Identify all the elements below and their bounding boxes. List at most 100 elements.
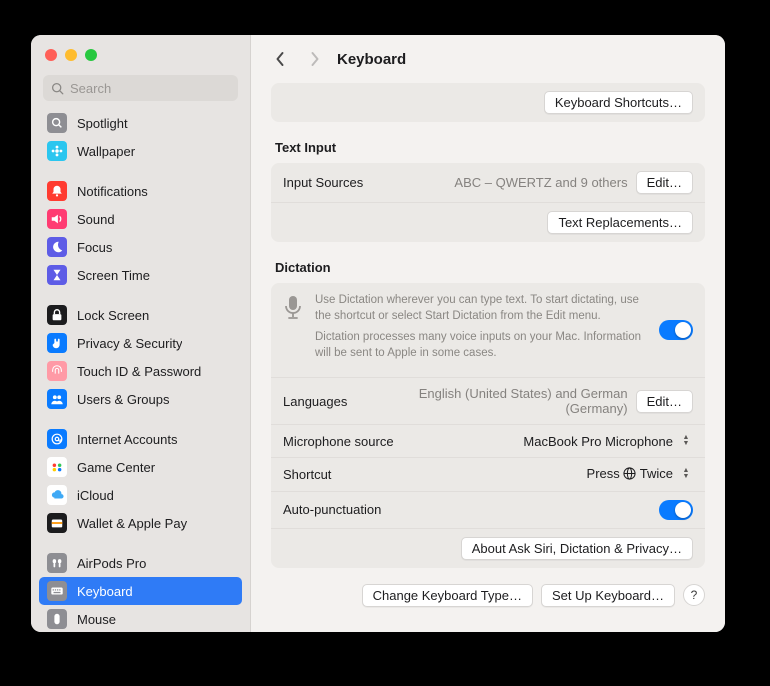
content-scroll: Keyboard Shortcuts… Text Input Input Sou… <box>251 83 725 632</box>
change-keyboard-type-button[interactable]: Change Keyboard Type… <box>362 584 533 607</box>
sidebar-item-sound[interactable]: Sound <box>39 205 242 233</box>
keyboard-icon <box>47 581 67 601</box>
header: Keyboard <box>251 35 725 83</box>
sidebar-item-privacy-security[interactable]: Privacy & Security <box>39 329 242 357</box>
sidebar-item-mouse[interactable]: Mouse <box>39 605 242 632</box>
page-title: Keyboard <box>337 51 406 68</box>
forward-button[interactable] <box>303 48 325 70</box>
sidebar-item-airpods-pro[interactable]: AirPods Pro <box>39 549 242 577</box>
keyboard-shortcuts-button[interactable]: Keyboard Shortcuts… <box>544 91 693 114</box>
wallet-icon <box>47 513 67 533</box>
users-icon <box>47 389 67 409</box>
auto-punctuation-label: Auto-punctuation <box>283 502 381 517</box>
microphone-source-select[interactable]: MacBook Pro Microphone ▲▼ <box>523 433 693 449</box>
sidebar-item-label: Game Center <box>77 460 155 475</box>
microphone-source-label: Microphone source <box>283 434 394 449</box>
input-sources-value: ABC – QWERTZ and 9 others <box>454 175 627 190</box>
sidebar-group-separator <box>39 413 242 425</box>
dictation-description-row: Use Dictation wherever you can type text… <box>271 283 705 377</box>
dictation-shortcut-row: Shortcut Press Twice ▲▼ <box>271 457 705 491</box>
sidebar-item-label: Internet Accounts <box>77 432 177 447</box>
input-sources-label: Input Sources <box>283 175 363 190</box>
sidebar-group-separator <box>39 165 242 177</box>
at-icon <box>47 429 67 449</box>
sidebar-item-wallet-apple-pay[interactable]: Wallet & Apple Pay <box>39 509 242 537</box>
microphone-source-row: Microphone source MacBook Pro Microphone… <box>271 424 705 457</box>
sidebar: Spotlight Wallpaper Notifications Sound Focu… <box>31 35 251 632</box>
sidebar-item-wallpaper[interactable]: Wallpaper <box>39 137 242 165</box>
fullscreen-window-button[interactable] <box>85 49 97 61</box>
sidebar-item-lock-screen[interactable]: Lock Screen <box>39 301 242 329</box>
speaker-icon <box>47 209 67 229</box>
about-dictation-privacy-button[interactable]: About Ask Siri, Dictation & Privacy… <box>461 537 693 560</box>
airpods-icon <box>47 553 67 573</box>
dictation-card: Use Dictation wherever you can type text… <box>271 283 705 568</box>
magnify-icon <box>47 113 67 133</box>
dictation-toggle[interactable] <box>659 320 693 340</box>
finger-icon <box>47 361 67 381</box>
sidebar-item-keyboard[interactable]: Keyboard <box>39 577 242 605</box>
sidebar-item-label: AirPods Pro <box>77 556 146 571</box>
input-sources-edit-button[interactable]: Edit… <box>636 171 693 194</box>
sidebar-group-separator <box>39 537 242 549</box>
sidebar-item-icloud[interactable]: iCloud <box>39 481 242 509</box>
sidebar-item-internet-accounts[interactable]: Internet Accounts <box>39 425 242 453</box>
sidebar-item-screen-time[interactable]: Screen Time <box>39 261 242 289</box>
search-icon <box>51 82 64 95</box>
window-controls <box>31 35 250 71</box>
sidebar-item-label: Mouse <box>77 612 116 627</box>
moon-icon <box>47 237 67 257</box>
sidebar-item-touch-id-password[interactable]: Touch ID & Password <box>39 357 242 385</box>
shortcuts-card: Keyboard Shortcuts… <box>271 83 705 122</box>
text-replacements-button[interactable]: Text Replacements… <box>547 211 693 234</box>
sidebar-item-label: Spotlight <box>77 116 128 131</box>
search-input[interactable] <box>70 81 230 96</box>
cloud-icon <box>47 485 67 505</box>
text-replacements-row: Text Replacements… <box>271 202 705 242</box>
system-settings-window: Spotlight Wallpaper Notifications Sound Focu… <box>31 35 725 632</box>
sidebar-item-label: Lock Screen <box>77 308 149 323</box>
close-window-button[interactable] <box>45 49 57 61</box>
sidebar-item-focus[interactable]: Focus <box>39 233 242 261</box>
search-field[interactable] <box>43 75 238 101</box>
sidebar-item-label: Touch ID & Password <box>77 364 201 379</box>
help-button[interactable]: ? <box>683 584 705 606</box>
sidebar-item-game-center[interactable]: Game Center <box>39 453 242 481</box>
sidebar-item-label: Wallpaper <box>77 144 135 159</box>
hand-icon <box>47 333 67 353</box>
sidebar-item-label: Notifications <box>77 184 148 199</box>
dictation-heading: Dictation <box>275 260 701 275</box>
about-privacy-row: About Ask Siri, Dictation & Privacy… <box>271 528 705 568</box>
minimize-window-button[interactable] <box>65 49 77 61</box>
text-input-card: Input Sources ABC – QWERTZ and 9 others … <box>271 163 705 242</box>
dictation-languages-value: English (United States) and German (Germ… <box>357 386 627 416</box>
sidebar-item-label: Screen Time <box>77 268 150 283</box>
sidebar-item-label: iCloud <box>77 488 114 503</box>
sidebar-item-notifications[interactable]: Notifications <box>39 177 242 205</box>
bell-icon <box>47 181 67 201</box>
sidebar-item-label: Focus <box>77 240 112 255</box>
dictation-languages-label: Languages <box>283 394 347 409</box>
chevron-up-down-icon: ▲▼ <box>679 433 693 449</box>
flower-icon <box>47 141 67 161</box>
sidebar-item-spotlight[interactable]: Spotlight <box>39 111 242 137</box>
sidebar-item-label: Privacy & Security <box>77 336 182 351</box>
chevron-up-down-icon: ▲▼ <box>679 466 693 482</box>
hourglass-icon <box>47 265 67 285</box>
sidebar-item-users-groups[interactable]: Users & Groups <box>39 385 242 413</box>
microphone-icon <box>283 293 303 327</box>
text-input-heading: Text Input <box>275 140 701 155</box>
setup-keyboard-button[interactable]: Set Up Keyboard… <box>541 584 675 607</box>
dictation-languages-edit-button[interactable]: Edit… <box>636 390 693 413</box>
sidebar-item-label: Users & Groups <box>77 392 169 407</box>
mouse-icon <box>47 609 67 629</box>
dictation-shortcut-label: Shortcut <box>283 467 331 482</box>
sidebar-list: Spotlight Wallpaper Notifications Sound Focu… <box>31 111 250 632</box>
footer-actions: Change Keyboard Type… Set Up Keyboard… ? <box>271 584 705 607</box>
dictation-description-text: Use Dictation wherever you can type text… <box>315 293 649 367</box>
auto-punctuation-toggle[interactable] <box>659 500 693 520</box>
dictation-shortcut-select[interactable]: Press Twice ▲▼ <box>587 466 693 483</box>
sidebar-group-separator <box>39 289 242 301</box>
game-icon <box>47 457 67 477</box>
back-button[interactable] <box>269 48 291 70</box>
